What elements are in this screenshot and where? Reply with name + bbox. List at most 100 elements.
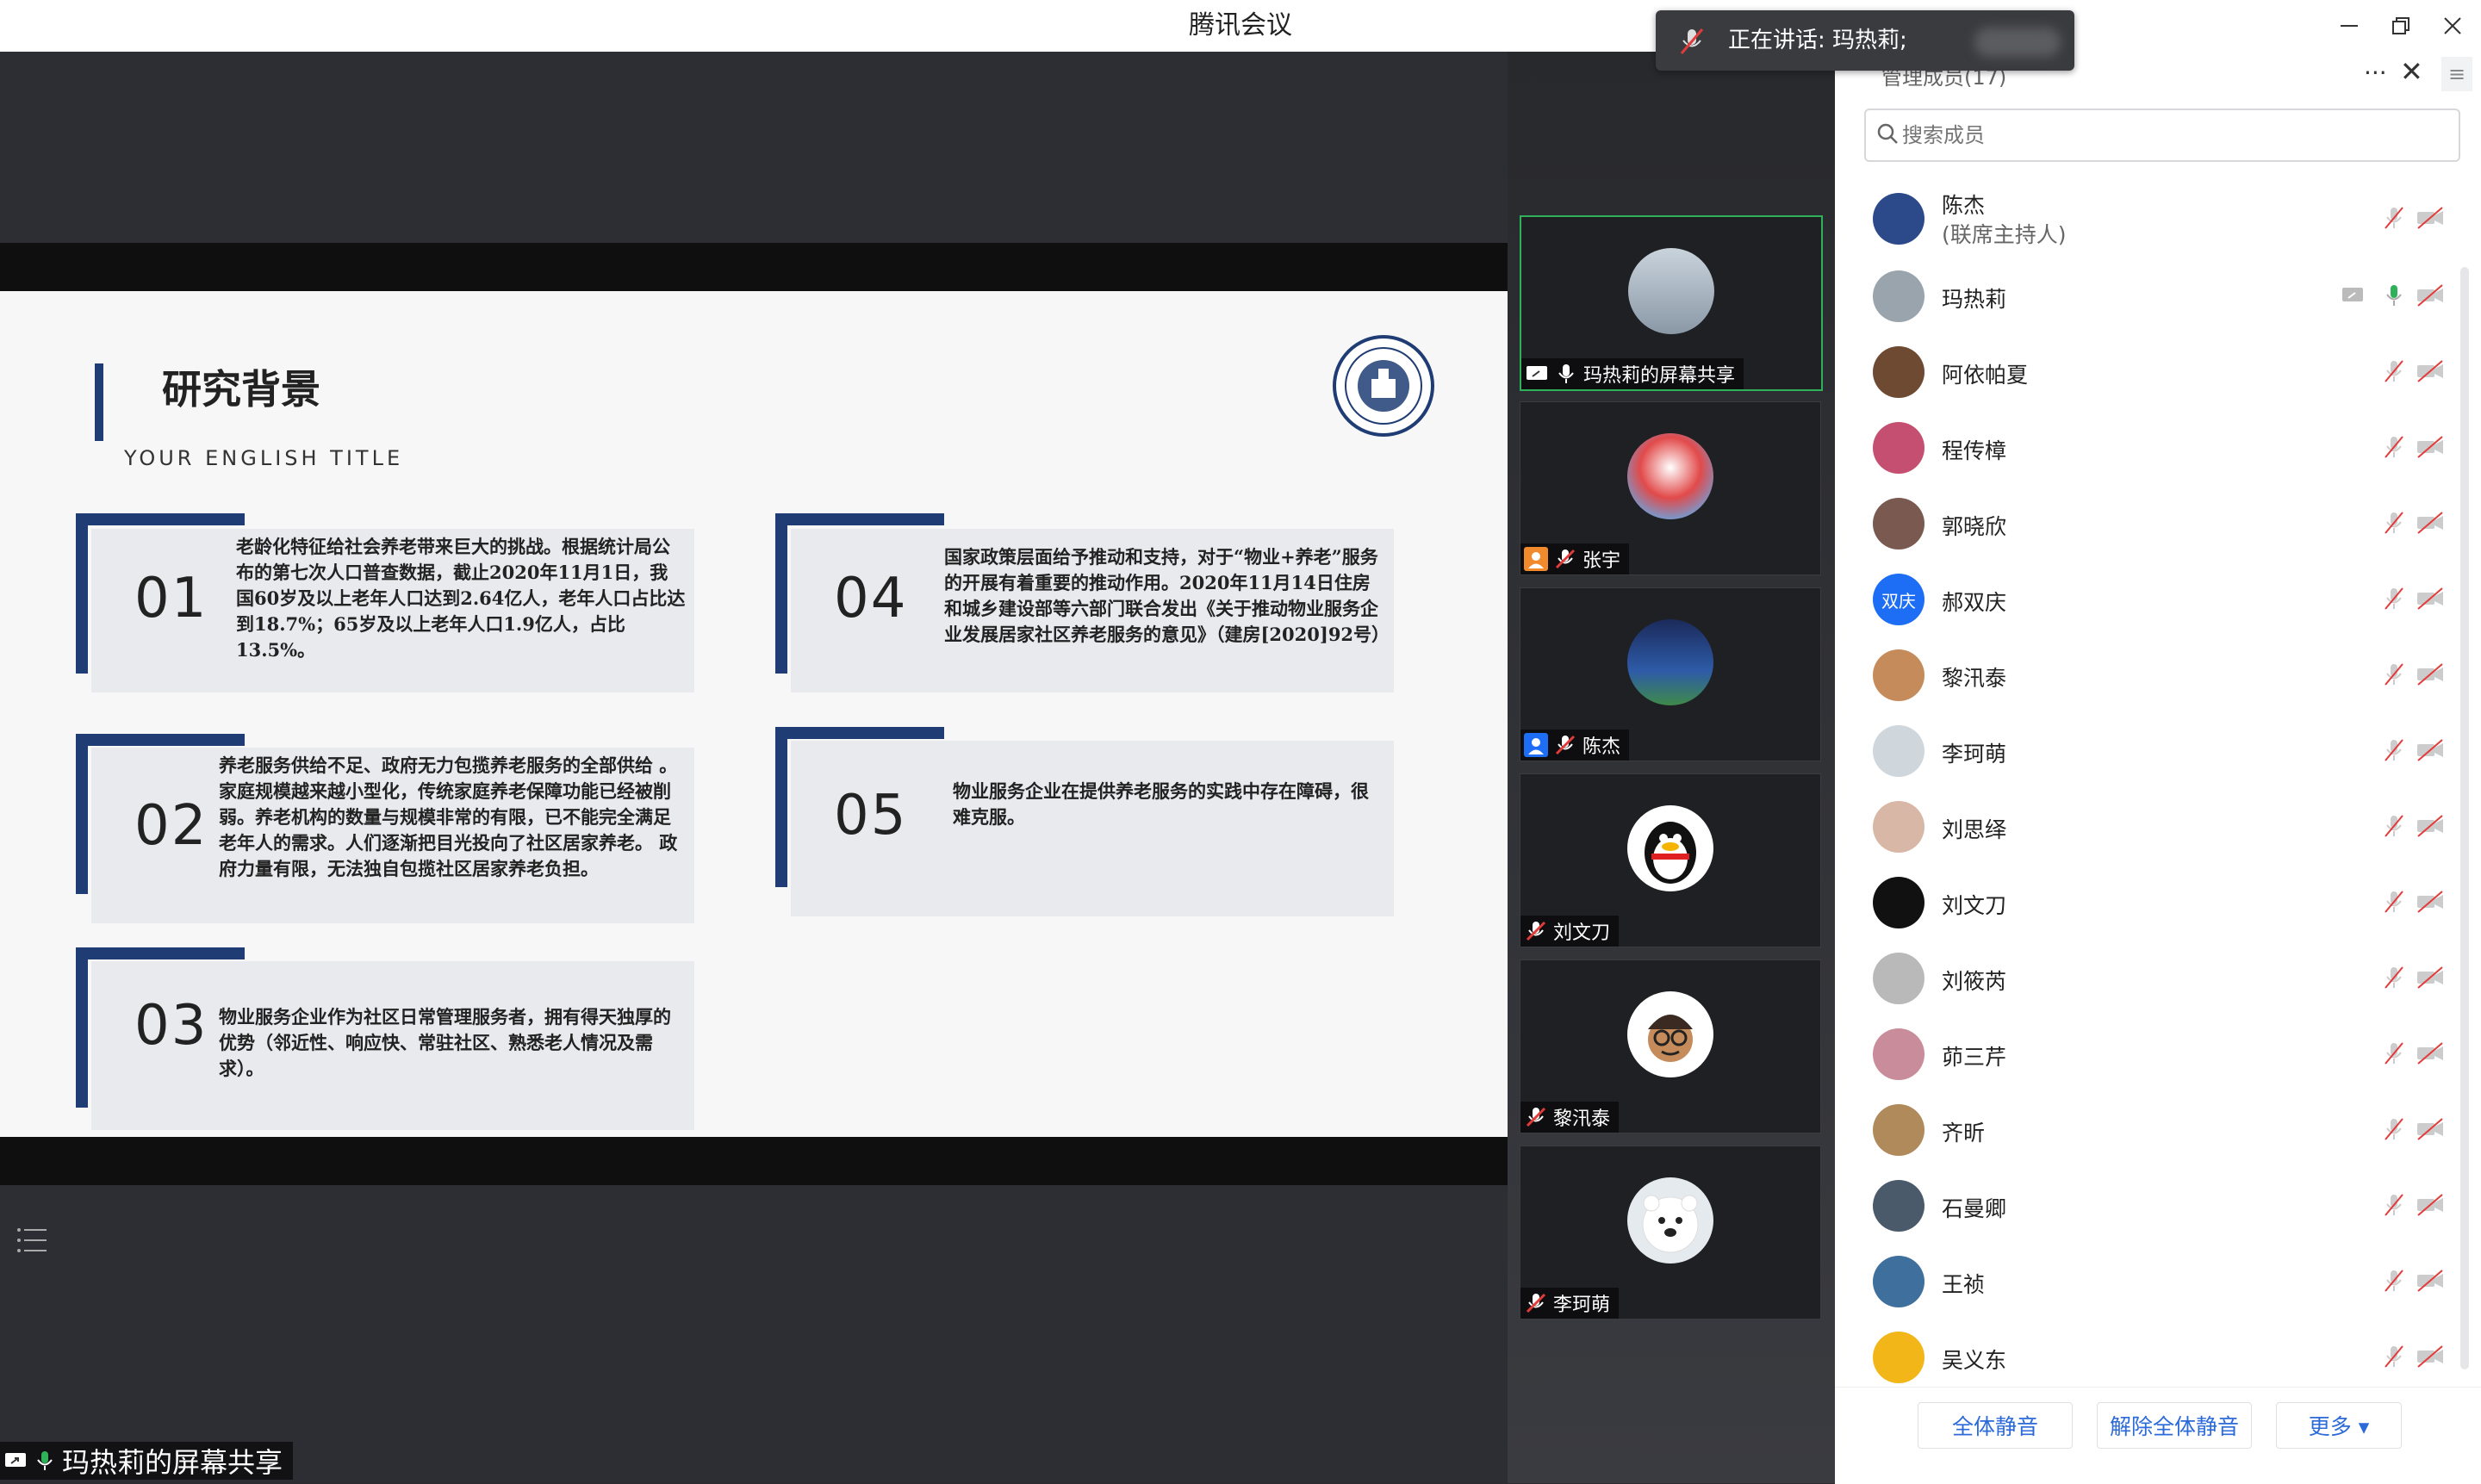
member-row[interactable]: 陈杰 (联席主持人) [1852, 181, 2455, 257]
member-row[interactable]: 茆三芹 [1852, 1016, 2455, 1092]
camera-off-icon[interactable] [2416, 965, 2445, 990]
avatar [1873, 270, 1924, 322]
slide-title: 研究背景 [162, 366, 320, 413]
camera-off-icon[interactable] [2416, 889, 2445, 915]
camera-off-icon[interactable] [2416, 1344, 2445, 1369]
avatar [1873, 422, 1924, 474]
card-text: 养老服务供给不足、政府无力包揽养老服务的全部供给 。家庭规模越来越小型化，传统家… [219, 754, 678, 879]
video-thumb[interactable]: 黎汛泰 [1520, 959, 1821, 1133]
member-name: 程传樟 [1942, 438, 2007, 463]
member-row[interactable]: 刘文刀 [1852, 865, 2455, 941]
card-text: 物业服务企业作为社区日常管理服务者，拥有得天独厚的优势（邻近性、响应快、常驻社区… [219, 1006, 671, 1079]
member-row[interactable]: 阿依帕夏 [1852, 334, 2455, 410]
member-row[interactable]: 齐昕 [1852, 1092, 2455, 1168]
member-row[interactable]: 刘思绎 [1852, 789, 2455, 865]
member-row[interactable]: 石曼卿 [1852, 1168, 2455, 1244]
avatar [1873, 953, 1924, 1004]
mic-muted-icon [1526, 1293, 1546, 1313]
list-menu-icon[interactable] [14, 1221, 52, 1259]
camera-off-icon[interactable] [2416, 358, 2445, 384]
member-row[interactable]: 玛热莉 [1852, 258, 2455, 334]
close-icon[interactable] [2431, 5, 2474, 47]
avatar [1873, 1332, 1924, 1383]
mic-muted-icon[interactable] [2381, 965, 2407, 990]
video-thumb[interactable]: 玛热莉的屏幕共享 [1520, 215, 1823, 391]
search-input[interactable] [1900, 112, 2438, 158]
avatar: 双庆 [1873, 574, 1924, 625]
restore-icon[interactable] [2379, 5, 2422, 47]
mic-muted-icon[interactable] [2381, 737, 2407, 763]
member-name: 阿依帕夏 [1942, 363, 2029, 388]
mic-muted-icon[interactable] [2381, 1344, 2407, 1369]
letterbox-top [0, 243, 1508, 291]
camera-off-icon[interactable] [2416, 434, 2445, 460]
video-thumb[interactable]: 刘文刀 [1520, 773, 1821, 947]
mic-muted-icon[interactable] [2381, 510, 2407, 536]
video-thumb[interactable]: 李珂萌 [1520, 1146, 1821, 1319]
avatar [1627, 433, 1713, 519]
card-number: 05 [834, 784, 908, 848]
member-name: 刘思绎 [1942, 817, 2007, 842]
thumb-name: 玛热莉的屏幕共享 [1583, 365, 1736, 387]
member-name: 吴义东 [1942, 1348, 2007, 1373]
mic-icon[interactable] [2381, 283, 2407, 308]
minimize-icon[interactable] [2328, 5, 2371, 47]
presentation-slide: 研究背景 YOUR ENGLISH TITLE 01 老龄化特征给社会养老带来巨… [0, 291, 1508, 1137]
mute-all-button[interactable]: 全体静音 [1918, 1402, 2073, 1449]
camera-off-icon[interactable] [2416, 586, 2445, 612]
camera-off-icon[interactable] [2416, 661, 2445, 687]
thumb-label: 玛热莉的屏幕共享 [1521, 358, 1744, 389]
member-row[interactable]: 王祯 [1852, 1244, 2455, 1319]
mic-muted-icon[interactable] [2381, 1268, 2407, 1294]
more-options-icon[interactable]: ··· [2364, 59, 2387, 87]
close-panel-icon[interactable]: ✕ [2400, 55, 2423, 88]
camera-off-icon[interactable] [2416, 1192, 2445, 1218]
screen-share-icon [5, 1453, 26, 1467]
camera-off-icon[interactable] [2416, 205, 2445, 231]
camera-off-icon[interactable] [2416, 283, 2445, 308]
mic-muted-icon [1526, 1107, 1546, 1127]
card-05: 05 物业服务企业在提供养老服务的实践中存在障碍，很难克服。 [791, 741, 1394, 916]
mic-muted-icon[interactable] [2381, 813, 2407, 839]
mic-muted-icon[interactable] [2381, 586, 2407, 612]
avatar [1873, 498, 1924, 550]
more-button[interactable]: 更多 ▾ [2276, 1402, 2402, 1449]
avatar [1873, 1256, 1924, 1307]
mic-muted-icon[interactable] [2381, 434, 2407, 460]
thumb-label: 张宇 [1520, 543, 1630, 574]
camera-off-icon[interactable] [2416, 1040, 2445, 1066]
card-03: 03 物业服务企业作为社区日常管理服务者，拥有得天独厚的优势（邻近性、响应快、常… [91, 961, 694, 1130]
member-name: 郭晓欣 [1942, 514, 2007, 539]
camera-off-icon[interactable] [2416, 813, 2445, 839]
scrollbar[interactable] [2460, 267, 2469, 1369]
mic-muted-icon[interactable] [2381, 1116, 2407, 1142]
member-row[interactable]: 双庆 郝双庆 [1852, 562, 2455, 637]
member-name: 陈杰 (联席主持人) [1942, 191, 2067, 250]
member-row[interactable]: 程传樟 [1852, 410, 2455, 486]
mic-muted-icon[interactable] [2381, 889, 2407, 915]
speaking-text: 正在讲话: 玛热莉; [1728, 28, 1907, 53]
camera-off-icon[interactable] [2416, 1268, 2445, 1294]
thumb-name: 张宇 [1582, 550, 1621, 572]
camera-off-icon[interactable] [2416, 737, 2445, 763]
mic-muted-icon[interactable] [2381, 1192, 2407, 1218]
member-row[interactable]: 黎汛泰 [1852, 637, 2455, 713]
member-row[interactable]: 刘筱芮 [1852, 941, 2455, 1016]
mic-muted-icon[interactable] [2381, 205, 2407, 231]
member-row[interactable]: 郭晓欣 [1852, 486, 2455, 562]
camera-off-icon[interactable] [2416, 510, 2445, 536]
camera-off-icon[interactable] [2416, 1116, 2445, 1142]
unmute-all-button[interactable]: 解除全体静音 [2097, 1402, 2252, 1449]
video-thumb[interactable]: 陈杰 [1520, 587, 1821, 761]
user-icon [1524, 547, 1548, 571]
panel-menu-icon[interactable]: ≡ [2441, 57, 2472, 91]
mic-muted-icon[interactable] [2381, 358, 2407, 384]
member-row[interactable]: 吴义东 [1852, 1319, 2455, 1395]
avatar [1627, 619, 1713, 705]
video-thumb[interactable]: 张宇 [1520, 401, 1821, 575]
mic-muted-icon[interactable] [2381, 661, 2407, 687]
member-row[interactable]: 李珂萌 [1852, 713, 2455, 789]
mic-muted-icon[interactable] [2381, 1040, 2407, 1066]
member-name: 刘文刀 [1942, 893, 2007, 918]
avatar [1627, 991, 1713, 1077]
